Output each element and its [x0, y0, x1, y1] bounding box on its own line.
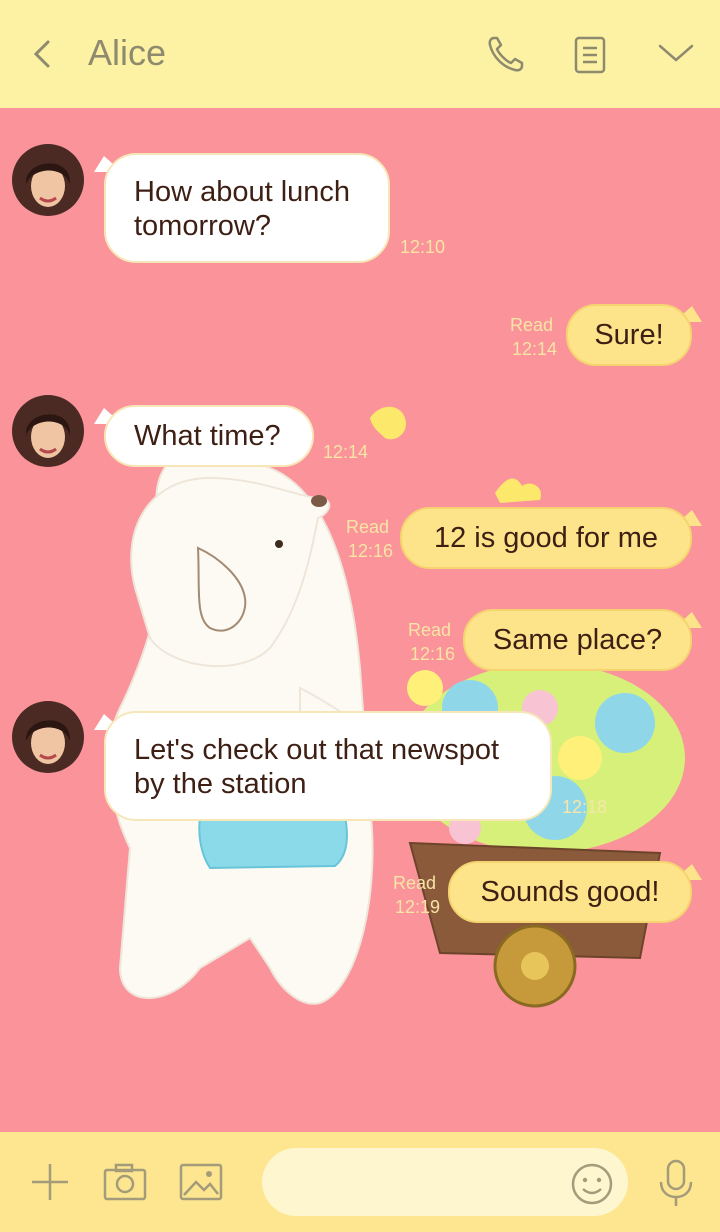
message-text: tomorrow?	[134, 210, 271, 242]
message-text: What time?	[134, 420, 281, 452]
message-time: 12:18	[562, 797, 608, 817]
contact-avatar[interactable]	[12, 395, 84, 467]
phone-icon[interactable]	[482, 30, 530, 78]
image-icon[interactable]	[178, 1162, 224, 1202]
read-receipt: Read	[408, 620, 452, 640]
contact-avatar[interactable]	[12, 701, 84, 773]
avatar-photo	[12, 144, 84, 216]
message-time: 12:10	[400, 237, 446, 257]
chevron-down-icon[interactable]	[652, 30, 700, 78]
chat-header: Alice	[0, 0, 720, 108]
message-bubble-incoming[interactable]: Let's check out that newspot by the stat…	[104, 711, 552, 821]
message-text: Let's check out that newspot	[134, 734, 500, 766]
avatar-photo	[12, 701, 84, 773]
message-time: 12:14	[323, 442, 369, 462]
back-arrow-icon[interactable]	[28, 34, 58, 74]
message-text: by the station	[134, 768, 307, 800]
message-text: How about lunch	[134, 176, 351, 208]
chat-title: Alice	[88, 32, 167, 73]
read-receipt: Read	[510, 315, 554, 335]
chat-input-bar	[0, 1132, 720, 1232]
message-bubble-outgoing[interactable]: Sure!	[566, 304, 692, 366]
avatar-photo	[12, 395, 84, 467]
emoji-icon[interactable]	[570, 1162, 614, 1206]
plus-icon[interactable]	[28, 1160, 72, 1204]
read-receipt: Read	[393, 873, 437, 893]
message-text: Sounds good!	[480, 876, 660, 908]
message-bubble-outgoing[interactable]: Sounds good!	[448, 861, 692, 923]
message-time: 12:16	[348, 541, 394, 561]
read-receipt: Read	[346, 517, 390, 537]
message-text: Sure!	[594, 319, 664, 351]
message-bubble-outgoing[interactable]: Same place?	[463, 609, 692, 671]
microphone-icon[interactable]	[656, 1158, 696, 1208]
camera-icon[interactable]	[102, 1162, 148, 1202]
message-bubble-incoming[interactable]: What time?	[104, 405, 314, 467]
message-time: 12:16	[410, 644, 456, 664]
message-text: 12 is good for me	[433, 522, 659, 554]
message-bubble-outgoing[interactable]: 12 is good for me	[400, 507, 692, 569]
message-text: Same place?	[492, 624, 663, 656]
message-time: 12:19	[395, 897, 441, 917]
contact-avatar[interactable]	[12, 144, 84, 216]
chat-area[interactable]: How about lunch tomorrow? 12:10 Read 12:…	[0, 108, 720, 1132]
message-time: 12:14	[512, 339, 558, 359]
message-bubble-incoming[interactable]: How about lunch tomorrow?	[104, 153, 390, 263]
notes-icon[interactable]	[566, 30, 614, 78]
